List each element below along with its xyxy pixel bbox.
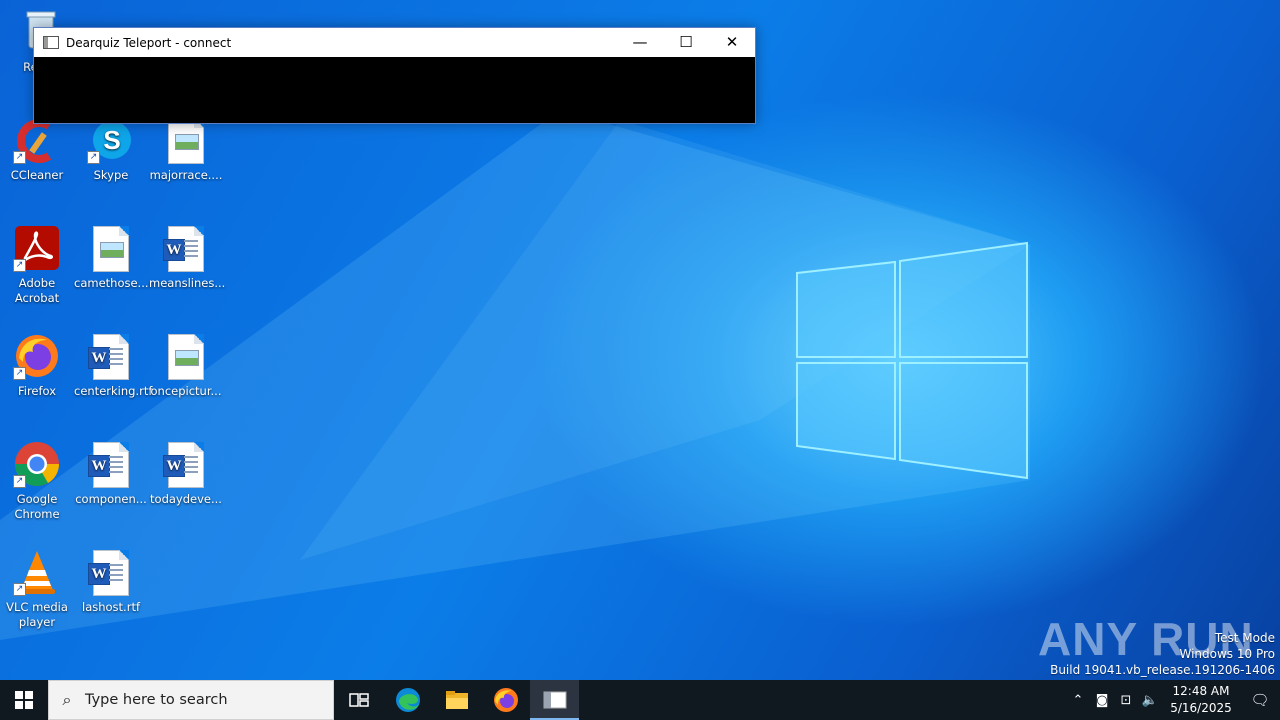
google-chrome-shortcut[interactable]: ↗ Google Chrome	[0, 440, 74, 522]
camera-icon[interactable]: ◙	[1090, 693, 1114, 708]
camethose-file[interactable]: camethose...	[74, 224, 149, 291]
taskbar-edge[interactable]	[383, 680, 432, 720]
app-window-icon	[543, 691, 566, 709]
shortcut-arrow-icon: ↗	[13, 583, 26, 596]
image-file-icon	[168, 118, 204, 164]
start-button[interactable]	[0, 680, 48, 720]
image-file-icon	[168, 334, 204, 380]
shortcut-arrow-icon: ↗	[13, 259, 26, 272]
clock[interactable]: 12:48 AM 5/16/2025	[1166, 683, 1236, 717]
firefox-icon	[493, 688, 518, 712]
window-title: Dearquiz Teleport - connect	[66, 35, 232, 50]
watermark-line-1: Test Mode	[1214, 631, 1275, 645]
close-button[interactable]: ✕	[709, 28, 755, 57]
system-tray: ⌃ ◙ ⊡ 🔈 12:48 AM 5/16/2025 🗨	[1066, 680, 1280, 720]
folder-icon	[445, 691, 468, 709]
svg-text:S: S	[103, 125, 120, 155]
test-mode-watermark: Test Mode Windows 10 Pro Build 19041.vb_…	[1050, 630, 1275, 678]
lashost-label: lashost.rtf	[82, 600, 140, 614]
task-view-icon	[348, 693, 369, 707]
firefox-label: Firefox	[17, 384, 57, 398]
lashost-file[interactable]: W lashost.rtf	[74, 548, 148, 615]
camethose-label: camethose...	[74, 276, 149, 290]
componen-label: componen...	[75, 492, 147, 506]
task-view-button[interactable]	[334, 680, 383, 720]
app-icon	[43, 36, 59, 49]
centerking-file[interactable]: W centerking.rtf	[74, 332, 153, 399]
todaydeve-file[interactable]: W todaydeve...	[149, 440, 223, 507]
shortcut-arrow-icon: ↗	[13, 151, 26, 164]
maximize-button[interactable]: ☐	[663, 28, 709, 57]
adobe-acrobat-label: Adobe Acrobat	[14, 276, 60, 305]
clock-date: 5/16/2025	[1170, 701, 1232, 715]
skype-shortcut[interactable]: S ↗ Skype	[74, 116, 148, 183]
ccleaner-shortcut[interactable]: ↗ CCleaner	[0, 116, 74, 183]
window-titlebar[interactable]: Dearquiz Teleport - connect — ☐ ✕	[34, 28, 755, 57]
word-document-icon: W	[163, 442, 204, 488]
taskbar: ⌕ Type here to search ⌃ ◙ ⊡ 🔈 12:48 AM 5…	[0, 680, 1280, 720]
windows-start-icon	[15, 691, 33, 709]
taskbar-search-box[interactable]: ⌕ Type here to search	[48, 680, 334, 720]
shortcut-arrow-icon: ↗	[87, 151, 100, 164]
google-chrome-label: Google Chrome	[14, 492, 60, 521]
watermark-line-3: Build 19041.vb_release.191206-1406	[1050, 663, 1275, 677]
teleport-window[interactable]: Dearquiz Teleport - connect — ☐ ✕	[33, 27, 756, 124]
word-document-icon: W	[88, 334, 129, 380]
edge-icon	[395, 688, 420, 712]
minimize-button[interactable]: —	[617, 28, 663, 57]
taskbar-file-explorer[interactable]	[432, 680, 481, 720]
windows-logo	[796, 241, 1028, 480]
chevron-up-icon[interactable]: ⌃	[1066, 693, 1090, 708]
skype-label: Skype	[93, 168, 129, 182]
volume-icon[interactable]: 🔈	[1138, 693, 1162, 708]
word-document-icon: W	[163, 226, 204, 272]
taskbar-firefox[interactable]	[481, 680, 530, 720]
meanslines-label: meanslines...	[149, 276, 226, 290]
oncepictur-file[interactable]: oncepictur...	[149, 332, 223, 399]
meanslines-file[interactable]: W meanslines...	[149, 224, 226, 291]
window-content	[34, 57, 755, 121]
network-icon[interactable]: ⊡	[1114, 693, 1138, 708]
majorrace-file[interactable]: majorrace....	[149, 116, 223, 183]
watermark-line-2: Windows 10 Pro	[1179, 647, 1275, 661]
shortcut-arrow-icon: ↗	[13, 367, 26, 380]
word-document-icon: W	[88, 550, 129, 596]
oncepictur-label: oncepictur...	[150, 384, 222, 398]
image-file-icon	[93, 226, 129, 272]
shortcut-arrow-icon: ↗	[13, 475, 26, 488]
word-document-icon: W	[88, 442, 129, 488]
search-icon: ⌕	[62, 690, 72, 709]
taskbar-teleport-app[interactable]	[530, 680, 579, 720]
todaydeve-label: todaydeve...	[150, 492, 222, 506]
vlc-label: VLC media player	[6, 600, 68, 629]
firefox-shortcut[interactable]: ↗ Firefox	[0, 332, 74, 399]
notification-icon[interactable]: 🗨	[1240, 691, 1280, 709]
centerking-label: centerking.rtf	[74, 384, 153, 398]
componen-file[interactable]: W componen...	[74, 440, 148, 507]
majorrace-label: majorrace....	[149, 168, 223, 182]
clock-time: 12:48 AM	[1172, 684, 1230, 698]
search-placeholder: Type here to search	[85, 692, 228, 708]
adobe-acrobat-shortcut[interactable]: ↗ Adobe Acrobat	[0, 224, 74, 306]
ccleaner-label: CCleaner	[10, 168, 64, 182]
vlc-shortcut[interactable]: ↗ VLC media player	[0, 548, 74, 630]
